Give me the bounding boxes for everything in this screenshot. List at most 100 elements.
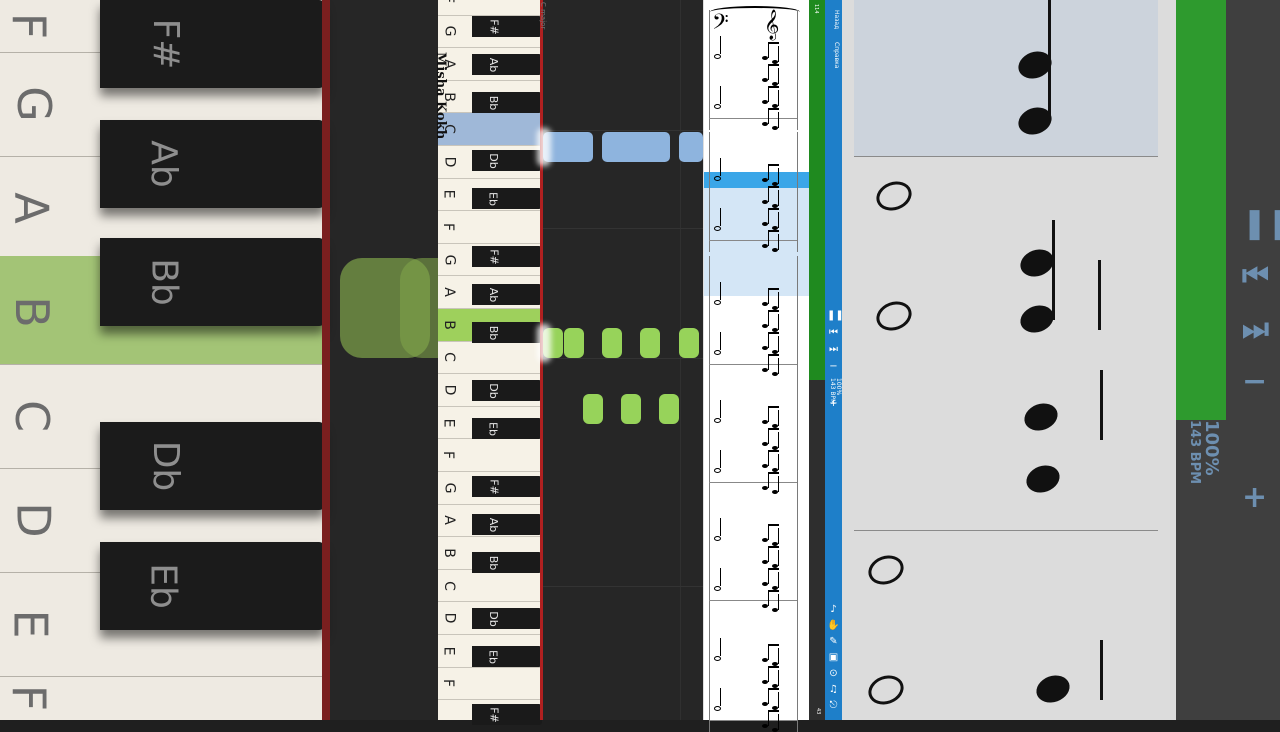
help-button[interactable]: Справка xyxy=(833,42,840,68)
bg-stem xyxy=(1098,260,1101,330)
white-key-label: F xyxy=(440,222,457,232)
white-key-label: C xyxy=(440,580,457,591)
bg-stem xyxy=(1100,370,1103,440)
black-key[interactable]: F# xyxy=(472,476,542,497)
bell-icon[interactable]: ♫ xyxy=(827,684,840,696)
falling-note-green xyxy=(640,328,660,358)
measure-line xyxy=(680,0,681,720)
white-key[interactable]: F xyxy=(438,439,542,472)
note-beam xyxy=(768,590,779,592)
black-key[interactable]: Bb xyxy=(472,322,542,343)
grid-line xyxy=(543,228,703,229)
black-key[interactable]: Ab xyxy=(472,54,542,75)
note-beam xyxy=(768,354,779,356)
white-key[interactable]: C xyxy=(438,342,542,375)
pause-icon[interactable]: ❚❚ xyxy=(827,310,844,322)
white-key[interactable]: C xyxy=(438,570,542,603)
skip-forward-icon[interactable]: ⏭ xyxy=(827,344,840,356)
half-note xyxy=(714,300,721,305)
note-stem xyxy=(768,108,769,124)
note-beam xyxy=(768,208,779,210)
white-key-label: A xyxy=(440,515,457,526)
background-piano: F G A B C D E F F# Ab Bb Db Eb xyxy=(0,0,330,720)
edit-icon[interactable]: ✎ xyxy=(827,636,840,648)
note-stem xyxy=(778,112,779,128)
sheet-music[interactable]: 𝄢 𝄞 xyxy=(703,0,810,732)
minus-icon[interactable]: − xyxy=(827,361,840,373)
white-key-label: B xyxy=(440,319,457,330)
note-beam xyxy=(768,64,779,66)
bg-stem xyxy=(1100,640,1103,700)
staff-line-vertical xyxy=(709,132,710,252)
black-key-label: Eb xyxy=(486,649,500,664)
white-key[interactable]: F xyxy=(438,211,542,244)
note-beam xyxy=(768,186,779,188)
bg-note xyxy=(1020,398,1062,436)
black-key[interactable]: F# xyxy=(472,704,542,725)
exit-icon[interactable]: ⎋ xyxy=(827,700,840,712)
display-icon[interactable]: ▣ xyxy=(827,652,840,664)
bg-note xyxy=(864,550,908,590)
black-key[interactable]: Db xyxy=(472,380,542,401)
note-stem xyxy=(720,688,721,706)
skip-back-icon[interactable]: ⏮ xyxy=(827,327,840,339)
pin-icon[interactable]: ⊙ xyxy=(827,668,840,680)
bg-pause-icon: ❚❚ xyxy=(1242,206,1280,241)
note-stem xyxy=(768,666,769,682)
black-key[interactable]: Ab xyxy=(472,284,542,305)
white-key[interactable]: C xyxy=(438,113,542,146)
hand-icon[interactable]: ✋ xyxy=(827,620,840,632)
bg-note xyxy=(1032,670,1074,708)
note-stem xyxy=(768,42,769,58)
black-key[interactable]: Bb xyxy=(472,552,542,573)
falling-note-green xyxy=(583,394,603,424)
metronome-icon[interactable]: ♪ xyxy=(827,604,840,616)
note-stem xyxy=(778,90,779,106)
note-stem xyxy=(768,546,769,562)
note-stem xyxy=(778,68,779,84)
black-key[interactable]: Ab xyxy=(472,514,542,535)
piano-keyboard[interactable]: FGABCDEFGABCDEFGABCDEFF#AbBbDbEbF#AbBbDb… xyxy=(433,0,542,725)
black-key[interactable]: Eb xyxy=(472,188,542,209)
black-key[interactable]: Db xyxy=(472,608,542,629)
system-divider xyxy=(709,364,797,365)
note-stem xyxy=(778,648,779,664)
black-key[interactable]: Bb xyxy=(472,92,542,113)
white-key-label: D xyxy=(441,156,458,168)
black-key[interactable]: Db xyxy=(472,150,542,171)
note-stem xyxy=(778,46,779,62)
staff-line-vertical xyxy=(709,256,710,376)
note-stem xyxy=(768,450,769,466)
plus-icon[interactable]: + xyxy=(827,398,840,410)
note-stem xyxy=(768,428,769,444)
half-note xyxy=(714,176,721,181)
back-button[interactable]: Назад xyxy=(833,10,840,29)
bg-note xyxy=(864,670,908,710)
black-key-label: F# xyxy=(487,478,501,495)
bg-note xyxy=(872,296,916,336)
white-key[interactable]: F xyxy=(438,668,542,701)
note-stem xyxy=(720,400,721,418)
bg-black-key: Ab xyxy=(100,120,325,208)
note-stem xyxy=(768,288,769,304)
black-key[interactable]: F# xyxy=(472,246,542,267)
white-key[interactable]: F xyxy=(438,0,542,16)
bg-glow-note xyxy=(400,258,438,358)
black-key[interactable]: Eb xyxy=(472,418,542,439)
bg-staff-line xyxy=(854,156,1158,157)
note-stem xyxy=(768,186,769,202)
white-key-label: A xyxy=(440,287,457,297)
system-divider xyxy=(709,118,797,119)
note-beam xyxy=(768,310,779,312)
white-key-label: B xyxy=(440,548,457,558)
black-key[interactable]: Eb xyxy=(472,646,542,667)
system-divider xyxy=(709,600,797,601)
white-key-label: D xyxy=(441,612,458,624)
black-key-label: Db xyxy=(487,610,501,627)
white-key-label: G xyxy=(441,482,458,494)
black-key[interactable]: F# xyxy=(472,16,542,37)
staff-line-vertical xyxy=(709,612,710,732)
staff-line-vertical xyxy=(797,132,798,252)
background-piano-zoom: F G A B C D E F F# Ab Bb Db Eb xyxy=(0,0,438,720)
bg-black-key: Db xyxy=(100,422,325,510)
